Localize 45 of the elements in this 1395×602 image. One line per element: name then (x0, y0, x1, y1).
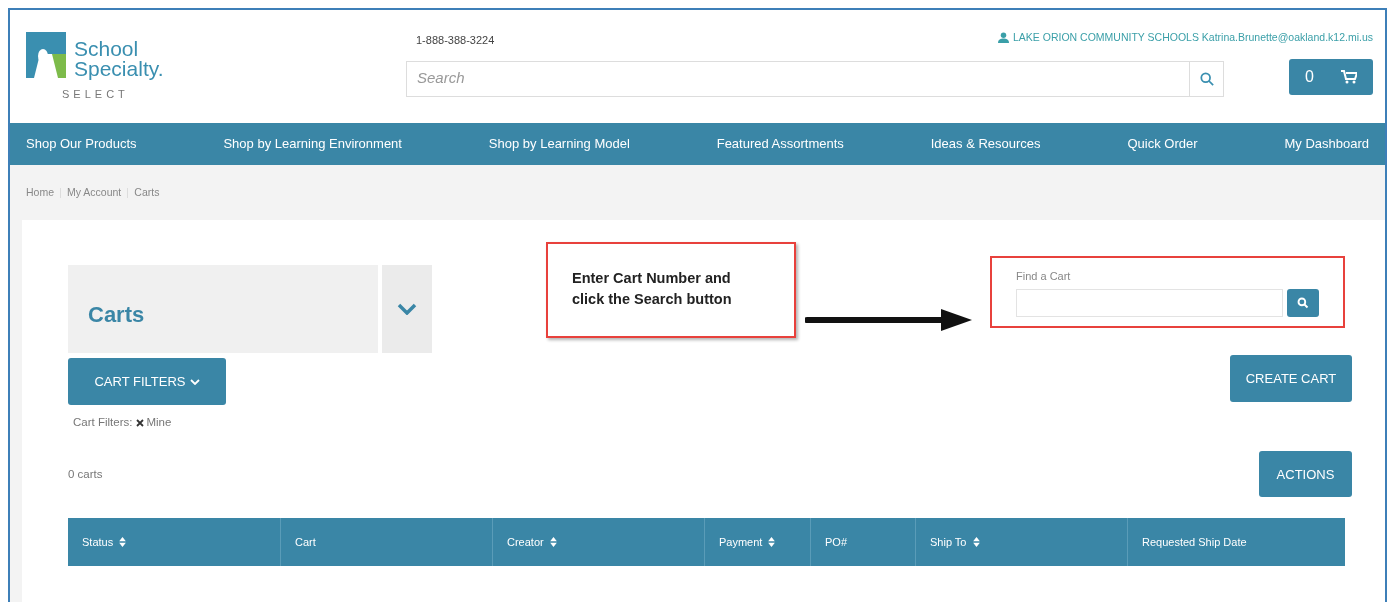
remove-icon[interactable] (136, 418, 145, 427)
cart-button[interactable]: 0 (1289, 58, 1373, 95)
nav-link[interactable]: Shop by Learning Environment (223, 134, 402, 154)
nav-link[interactable]: Ideas & Resources (930, 134, 1041, 154)
breadcrumb-link[interactable]: Home (26, 184, 54, 201)
cart-count: 0 carts (68, 466, 103, 482)
column-header[interactable]: Status (68, 518, 280, 567)
cart-number-field[interactable] (1016, 288, 1283, 317)
sort-icon[interactable] (972, 537, 980, 548)
search-icon (1297, 296, 1309, 309)
sort-icon[interactable] (768, 537, 776, 548)
chevron-down-icon (189, 378, 200, 385)
column-header[interactable]: Ship To (915, 518, 1127, 567)
account-link[interactable]: LAKE ORION COMMUNITY SCHOOLS Katrina.Brunette@oakland.k12.mi.us (1013, 30, 1373, 46)
column-header[interactable]: Cart (280, 518, 492, 567)
filter-chip[interactable]: Mine (136, 414, 172, 432)
search-icon[interactable] (1190, 60, 1224, 97)
sort-icon[interactable] (549, 537, 557, 548)
nav-link[interactable]: My Dashboard (1284, 134, 1369, 154)
logo-text: School (74, 39, 140, 59)
logo-text: Specialty. (74, 59, 164, 79)
field-label: Find a Cart (1016, 269, 1071, 284)
callout-text: Enter Cart Number and click the Search button (572, 269, 733, 309)
nav-link[interactable]: Shop Our Products (26, 134, 137, 154)
nav-link[interactable]: Shop by Learning Model (488, 134, 630, 154)
cart-filters-button[interactable]: CART FILTERS (68, 358, 226, 405)
column-header[interactable]: Payment (704, 518, 810, 567)
column-header[interactable]: Creator (492, 518, 704, 567)
logo-subtitle: SELECT (62, 87, 129, 102)
breadcrumb-link[interactable]: My Account (67, 184, 122, 201)
column-header[interactable]: PO# (810, 518, 915, 567)
actions-button[interactable]: ACTIONS (1259, 451, 1352, 498)
breadcrumb-link[interactable]: Carts (134, 184, 160, 201)
column-header[interactable]: Requested Ship Date (1127, 518, 1340, 567)
sort-icon[interactable] (119, 537, 127, 548)
cart-icon (1341, 69, 1357, 84)
nav-link[interactable]: Quick Order (1127, 134, 1198, 154)
search-button[interactable] (1287, 288, 1319, 317)
user-icon (998, 32, 1009, 44)
nav-link[interactable]: Featured Assortments (716, 134, 844, 154)
create-cart-button[interactable]: CREATE CART (1230, 355, 1352, 402)
filters-label: Cart Filters: (73, 415, 133, 430)
page-title: Carts (88, 301, 145, 329)
search-field[interactable]: Search (406, 60, 1190, 97)
phone-number: 1-888-388-3224 (416, 33, 495, 48)
